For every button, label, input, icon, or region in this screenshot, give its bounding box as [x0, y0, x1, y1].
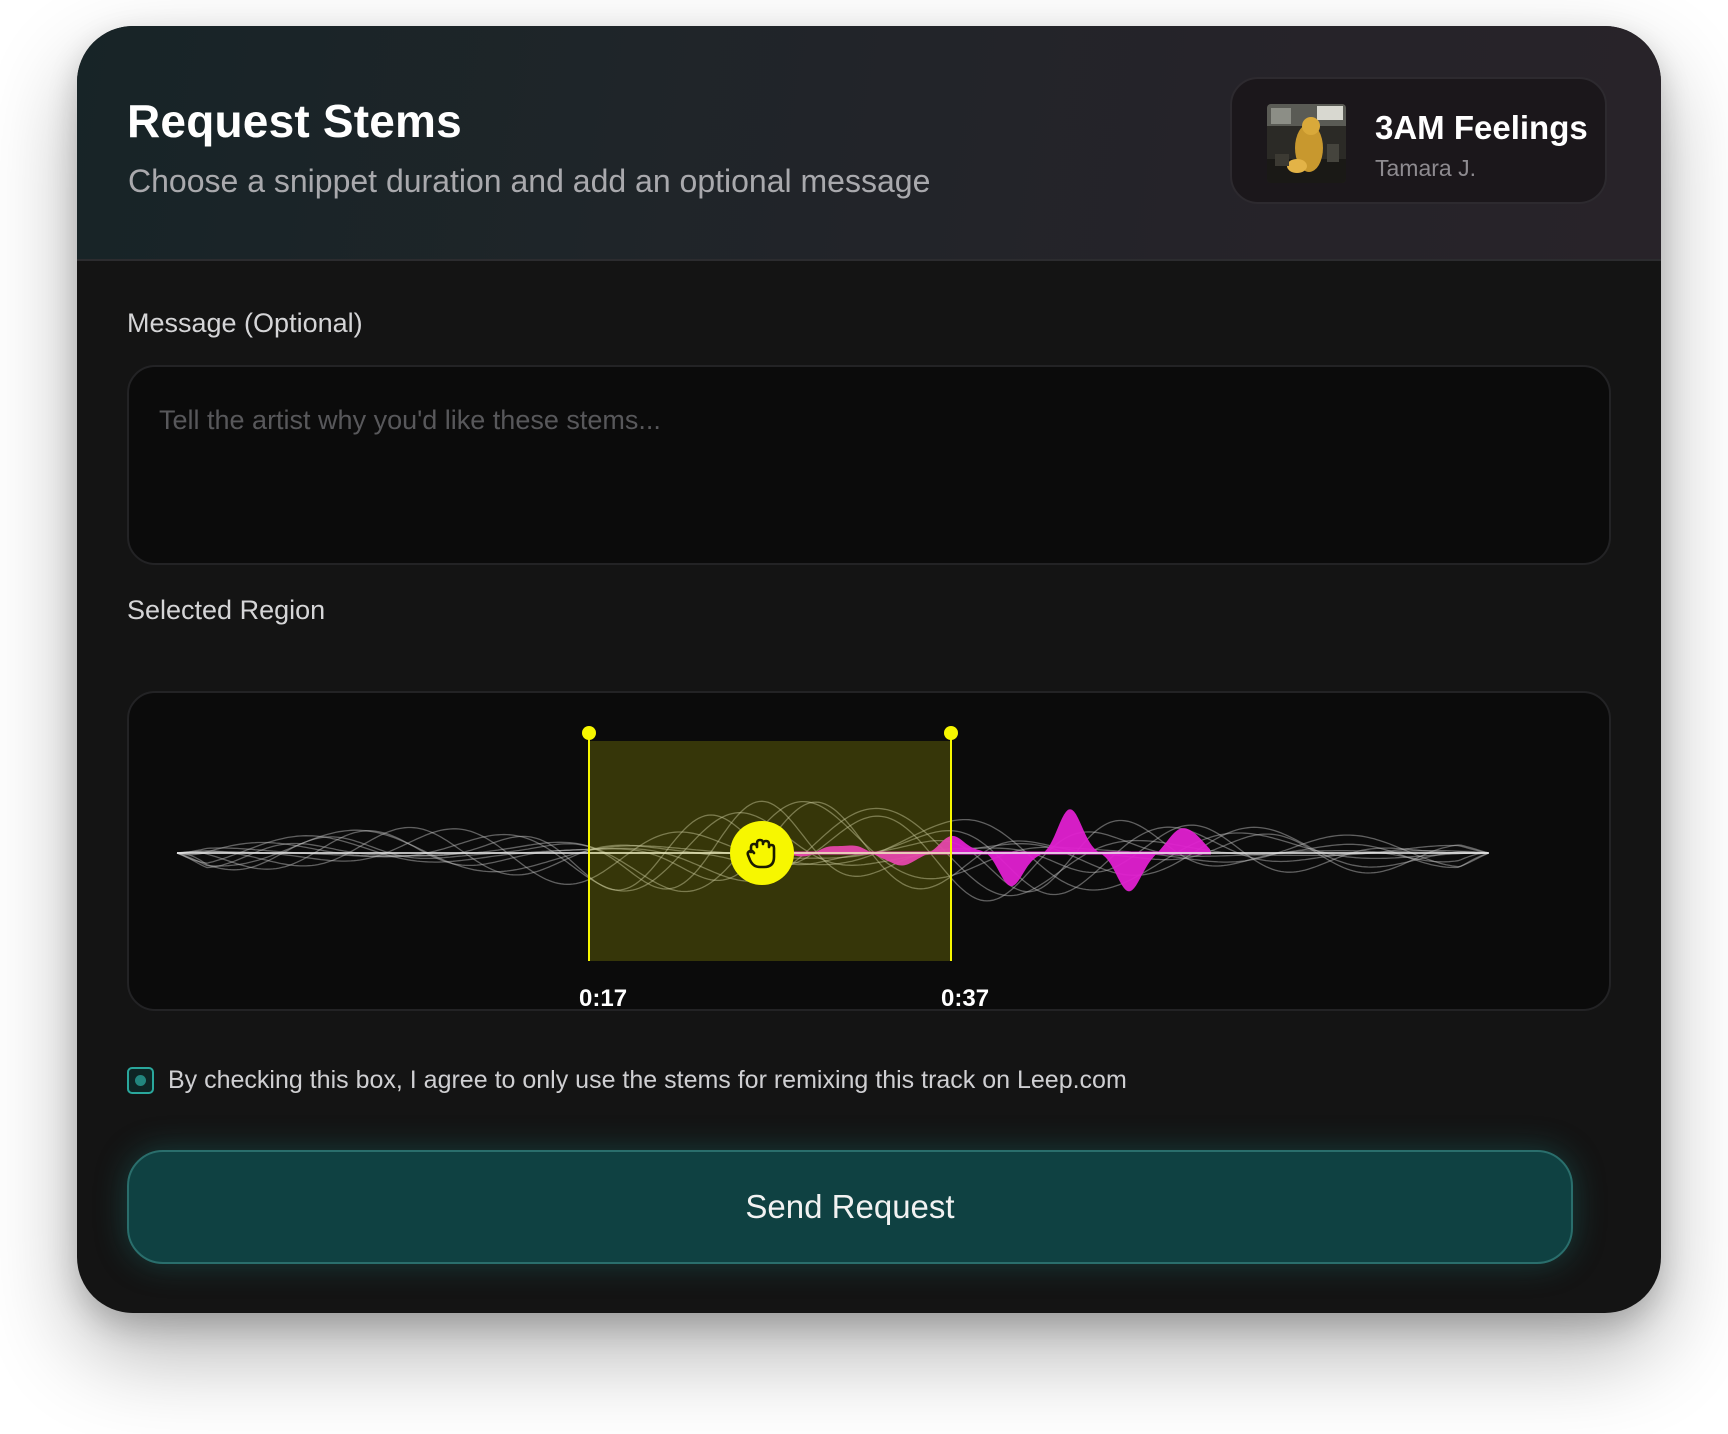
page-title: Request Stems: [127, 95, 462, 147]
message-input[interactable]: [157, 403, 1561, 537]
agreement-text: By checking this box, I agree to only us…: [168, 1066, 1127, 1094]
message-field[interactable]: [127, 365, 1611, 565]
waveform: [176, 726, 1489, 961]
track-card: 3AM Feelings Tamara J.: [1230, 77, 1607, 204]
message-label: Message (Optional): [127, 308, 363, 338]
selected-region-label: Selected Region: [127, 595, 326, 625]
region-drag-handle[interactable]: [730, 821, 794, 885]
region-start-time: 0:17: [579, 985, 628, 1012]
album-cover-image: [1267, 104, 1346, 183]
region-start-handle[interactable]: [582, 726, 596, 740]
page-subtitle: Choose a snippet duration and add an opt…: [128, 163, 931, 199]
checkbox-check-indicator: [135, 1075, 146, 1086]
region-end-handle[interactable]: [944, 726, 958, 740]
track-title: 3AM Feelings: [1375, 109, 1588, 146]
modal-header: Request Stems Choose a snippet duration …: [77, 26, 1661, 261]
agreement-checkbox[interactable]: [127, 1067, 154, 1094]
send-request-button[interactable]: Send Request: [127, 1150, 1573, 1264]
request-stems-modal: Request Stems Choose a snippet duration …: [77, 26, 1661, 1313]
region-end-time: 0:37: [941, 985, 990, 1012]
waveform-region-selector[interactable]: 0:17 0:37: [127, 691, 1611, 1012]
track-artist: Tamara J.: [1375, 155, 1476, 181]
